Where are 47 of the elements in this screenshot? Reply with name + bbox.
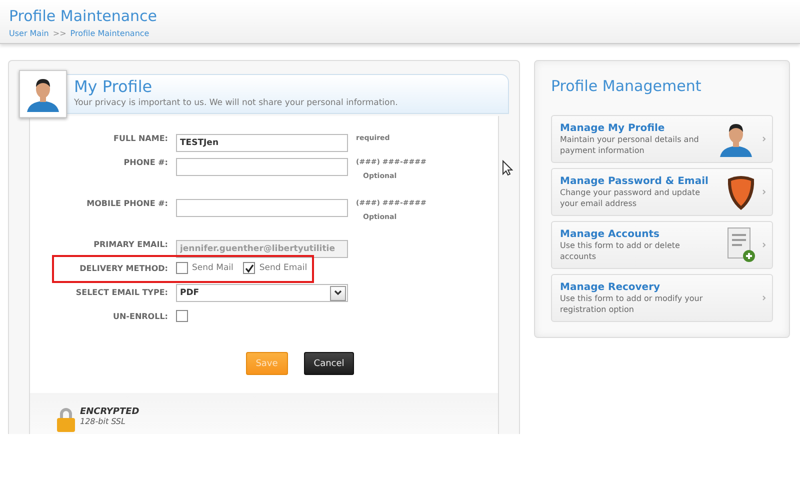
field-label: FULL NAME: xyxy=(112,133,168,143)
privacy-note: Your privacy is important to us. We will not share your personal information. xyxy=(74,98,399,108)
chevron-right-icon xyxy=(762,242,766,248)
chevron-right-icon xyxy=(762,295,766,301)
menu-card[interactable]: Manage Password & Email Change your password and update your email address xyxy=(551,168,773,216)
menu-card[interactable]: Manage Accounts Use this form to add or delete accounts xyxy=(551,221,773,269)
field-label: SELECT EMAIL TYPE: xyxy=(74,287,168,297)
field-label: PHONE #: xyxy=(122,157,168,167)
menu-card[interactable]: Manage Recovery Use this form to add or modify your registration option xyxy=(551,274,773,322)
page-title: Profile Maintenance xyxy=(9,7,158,25)
field-label: DELIVERY METHOD: xyxy=(78,263,168,273)
card-description: Use this form to add or modify your registration option xyxy=(560,292,704,314)
breadcrumb-separator: >> xyxy=(52,29,66,38)
panel-title: Profile Management xyxy=(551,77,702,95)
checkbox-label: Send Email xyxy=(259,263,308,273)
card-description: Change your password and update your email address xyxy=(560,186,702,208)
card-description: Use this form to add or delete accounts xyxy=(560,240,681,262)
menu-card[interactable]: Manage My Profile Maintain your personal details and payment information xyxy=(551,115,773,163)
checkbox-label: Send Mail xyxy=(192,263,234,273)
card-description: Maintain your personal details and payment information xyxy=(560,134,700,156)
chevron-right-icon xyxy=(762,189,766,195)
field-label: UN-ENROLL: xyxy=(112,311,168,321)
breadcrumb-link[interactable]: Profile Maintenance xyxy=(70,29,150,38)
chevron-right-icon xyxy=(762,136,766,142)
chevron-down-icon xyxy=(334,290,342,296)
cancel-button[interactable]: Cancel xyxy=(304,352,354,375)
mouse-pointer-icon xyxy=(502,160,513,176)
profile-title: My Profile xyxy=(74,76,154,96)
shield-icon xyxy=(726,173,756,211)
card-title: Manage Password & Email xyxy=(560,176,710,186)
card-title: Manage Accounts xyxy=(560,228,660,240)
security-title: ENCRYPTED xyxy=(80,407,140,417)
breadcrumb-link[interactable]: User Main xyxy=(9,29,49,38)
checkbox[interactable] xyxy=(176,262,188,274)
card-title: Manage Recovery xyxy=(560,282,662,292)
padlock-icon xyxy=(56,407,76,433)
checkbox[interactable] xyxy=(176,310,188,322)
document-add-icon xyxy=(726,227,756,263)
text-field[interactable] xyxy=(176,158,348,176)
field-label: MOBILE PHONE #: xyxy=(86,198,168,208)
card-title: Manage My Profile xyxy=(560,122,666,134)
checkbox[interactable] xyxy=(243,262,256,274)
field-label: PRIMARY EMAIL: xyxy=(92,239,168,249)
dropdown[interactable]: PDF xyxy=(176,284,348,302)
security-subtitle: 128-bit SSL xyxy=(80,417,126,426)
text-field[interactable] xyxy=(176,199,348,217)
text-field[interactable]: TESTJen xyxy=(176,134,348,152)
